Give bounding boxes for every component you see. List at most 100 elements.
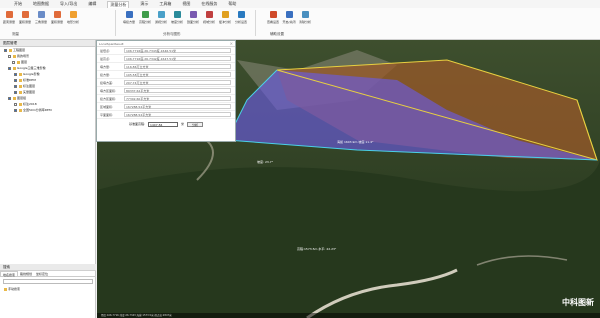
result-row: 挖填方差: 207.74万立方米: [97, 79, 235, 87]
search-input[interactable]: [3, 279, 93, 284]
result-label: 平面面积:: [100, 112, 114, 117]
ribbon-button-label: 面积测量: [18, 20, 31, 24]
ribbon-button[interactable]: 通视分析: [154, 11, 168, 24]
menu-item[interactable]: 在线服务: [201, 1, 217, 7]
folder-icon: [17, 60, 20, 64]
menu-item[interactable]: 开始: [14, 1, 22, 7]
layer-checkbox[interactable]: [4, 48, 7, 52]
brand-logo: 中科图新: [562, 298, 594, 307]
tool-icon: [173, 11, 181, 18]
tool-icon: [269, 11, 277, 18]
search-tabs: 地名搜索 路线规划 坐标定位: [0, 271, 96, 277]
result-label: 挖方量:: [100, 72, 111, 77]
menu-item[interactable]: 帮助: [228, 1, 236, 7]
result-row: 平面面积: 167288.52平方米: [97, 111, 235, 119]
ribbon-group-label: 测量: [12, 32, 19, 36]
close-icon[interactable]: ×: [230, 41, 233, 47]
ribbon-button[interactable]: 三角测量: [34, 11, 48, 24]
layer-checkbox[interactable]: [8, 96, 11, 100]
result-row: 挖方区面积: 77302.60平方米: [97, 95, 235, 103]
search-result-item[interactable]: 手动搜索: [0, 286, 96, 292]
search-panel-title: 搜索: [0, 264, 96, 271]
dialog-footer: 基准面高程: 1407.84 米 分析: [97, 119, 235, 129]
result-row: 最低点: 106.7716度,26.7343度,1646.51米: [97, 47, 235, 55]
layer-checkbox[interactable]: [14, 90, 17, 94]
ribbon-button[interactable]: 地形分析: [66, 11, 80, 24]
folder-icon: [13, 96, 16, 100]
analyze-button[interactable]: 分析: [187, 121, 204, 127]
tool-icon: [69, 11, 77, 18]
folder-icon: [19, 78, 22, 82]
search-tab[interactable]: 坐标定位: [34, 271, 50, 276]
result-label: 填方区面积:: [100, 88, 117, 93]
layer-checkbox[interactable]: [14, 72, 17, 76]
ribbon-button-label: 填挖方量: [122, 20, 135, 24]
result-label: 最低点:: [100, 48, 111, 53]
ribbon-button[interactable]: 视域分析: [202, 11, 216, 24]
dialog-title: LocalSpanResult ×: [97, 41, 235, 47]
menu-item[interactable]: 演示: [140, 1, 148, 7]
result-value: 105.58万立方米: [124, 72, 231, 77]
ribbon-button-label: 查看设置: [266, 20, 279, 24]
folder-icon: [13, 54, 16, 58]
result-value: 207.74万立方米: [124, 80, 231, 85]
ribbon-button[interactable]: 面积测量: [50, 11, 64, 24]
layer-checkbox[interactable]: [14, 78, 17, 82]
layer-checkbox[interactable]: [14, 108, 17, 112]
ribbon-button[interactable]: 查看设置: [266, 11, 280, 24]
tool-icon: [5, 11, 13, 18]
menu-item[interactable]: 测量分析: [107, 0, 130, 8]
result-value: 167288.52平方米: [124, 104, 231, 109]
ribbon-button[interactable]: 开启/关闭: [282, 11, 296, 24]
result-value: 89337.62平方米: [124, 88, 231, 93]
search-tab[interactable]: 路线规划: [18, 271, 34, 276]
result-row: 最高点: 106.7716度,26.7342度,1647.51米: [97, 55, 235, 63]
ribbon-button[interactable]: 缓冲分析: [218, 11, 232, 24]
layer-checkbox[interactable]: [14, 84, 17, 88]
ribbon-button[interactable]: 面积测量: [18, 11, 32, 24]
left-panel: 图层管理 工程图层 我的场景 图层 Google卫星三维影像 Google影像 标准DEM…: [0, 40, 96, 318]
result-label: 挖填方差:: [100, 80, 114, 85]
menu-item[interactable]: 工具箱: [159, 1, 171, 7]
tool-icon: [221, 11, 229, 18]
folder-icon: [19, 84, 22, 88]
ribbon-button-label: 高程分析: [138, 20, 151, 24]
ribbon-group-label: 分析与图形: [163, 32, 181, 36]
layer-tree-item[interactable]: 全国50m分辨率DEM: [0, 107, 95, 113]
ribbon-button-label: 开启/关闭: [282, 20, 296, 24]
layer-checkbox[interactable]: [8, 54, 11, 58]
ribbon-separator: [115, 10, 116, 36]
layer-checkbox[interactable]: [8, 66, 11, 70]
menu-item[interactable]: 导入/导出: [60, 1, 77, 7]
result-row: 挖方量: 105.58万立方米: [97, 71, 235, 79]
fill-cut-result-dialog: LocalSpanResult × 最低点: 106.7716度,26.7343度…: [96, 40, 236, 142]
tool-icon: [205, 11, 213, 18]
result-label: 挖方区面积:: [100, 96, 117, 101]
folder-icon: [19, 72, 22, 76]
ribbon-button[interactable]: 高程分析: [138, 11, 152, 24]
layer-checkbox[interactable]: [12, 60, 15, 64]
layer-label: 全国50m分辨率DEM: [23, 108, 52, 112]
elevation-label: 基准面高程:: [128, 122, 145, 126]
tool-icon: [21, 11, 29, 18]
ribbon-button[interactable]: 坡度分析: [170, 11, 184, 24]
layer-checkbox[interactable]: [14, 102, 17, 106]
result-value: 116.86万立方米: [124, 64, 231, 69]
ribbon-button-label: 缓冲分析: [218, 20, 231, 24]
ribbon-button-label: 面积测量: [50, 20, 63, 24]
ribbon-button[interactable]: 剖面分析: [186, 11, 200, 24]
ribbon-button[interactable]: 分析设置: [234, 11, 248, 24]
ribbon-button-label: 坡度分析: [170, 20, 183, 24]
ribbon-button[interactable]: 清除分析: [298, 11, 312, 24]
menu-item[interactable]: 视图: [182, 1, 190, 7]
menu-item[interactable]: 地图数据: [33, 1, 49, 7]
search-tab[interactable]: 地名搜索: [0, 271, 19, 277]
menu-item[interactable]: 编辑: [88, 1, 96, 7]
tool-icon: [301, 11, 309, 18]
tool-icon: [37, 11, 45, 18]
tool-icon: [237, 11, 245, 18]
ribbon-button[interactable]: 距离测量: [2, 11, 16, 24]
folder-icon: [13, 66, 16, 70]
ribbon-button[interactable]: 填挖方量: [122, 11, 136, 24]
elevation-input[interactable]: 1407.84: [147, 121, 178, 127]
